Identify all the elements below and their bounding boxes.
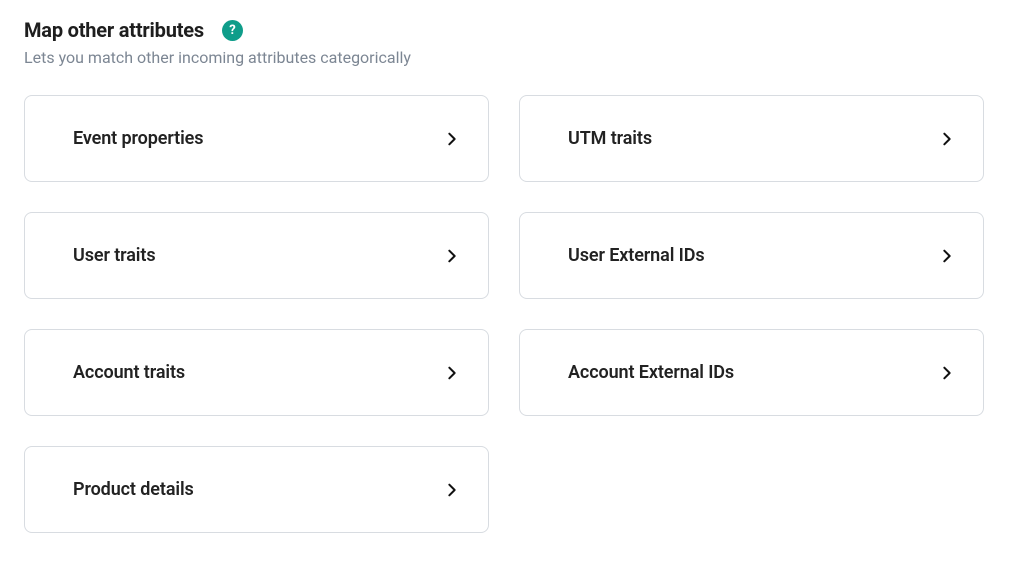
card-event-properties[interactable]: Event properties bbox=[24, 95, 489, 182]
card-label: Account traits bbox=[73, 362, 185, 383]
card-user-external-ids[interactable]: User External IDs bbox=[519, 212, 984, 299]
page-subtitle: Lets you match other incoming attributes… bbox=[24, 48, 1000, 67]
chevron-right-icon bbox=[444, 248, 460, 264]
card-user-traits[interactable]: User traits bbox=[24, 212, 489, 299]
card-utm-traits[interactable]: UTM traits bbox=[519, 95, 984, 182]
chevron-right-icon bbox=[939, 131, 955, 147]
section-header: Map other attributes ? bbox=[24, 18, 1000, 42]
chevron-right-icon bbox=[444, 131, 460, 147]
attribute-card-grid: Event properties UTM traits User traits … bbox=[24, 95, 984, 533]
chevron-right-icon bbox=[939, 248, 955, 264]
card-account-external-ids[interactable]: Account External IDs bbox=[519, 329, 984, 416]
chevron-right-icon bbox=[939, 365, 955, 381]
card-label: UTM traits bbox=[568, 128, 652, 149]
card-product-details[interactable]: Product details bbox=[24, 446, 489, 533]
card-label: Event properties bbox=[73, 128, 203, 149]
page-title: Map other attributes bbox=[24, 18, 204, 42]
card-label: Account External IDs bbox=[568, 362, 734, 383]
card-label: Product details bbox=[73, 479, 194, 500]
card-label: User traits bbox=[73, 245, 155, 266]
card-account-traits[interactable]: Account traits bbox=[24, 329, 489, 416]
card-label: User External IDs bbox=[568, 245, 705, 266]
chevron-right-icon bbox=[444, 482, 460, 498]
chevron-right-icon bbox=[444, 365, 460, 381]
help-icon[interactable]: ? bbox=[222, 20, 243, 41]
